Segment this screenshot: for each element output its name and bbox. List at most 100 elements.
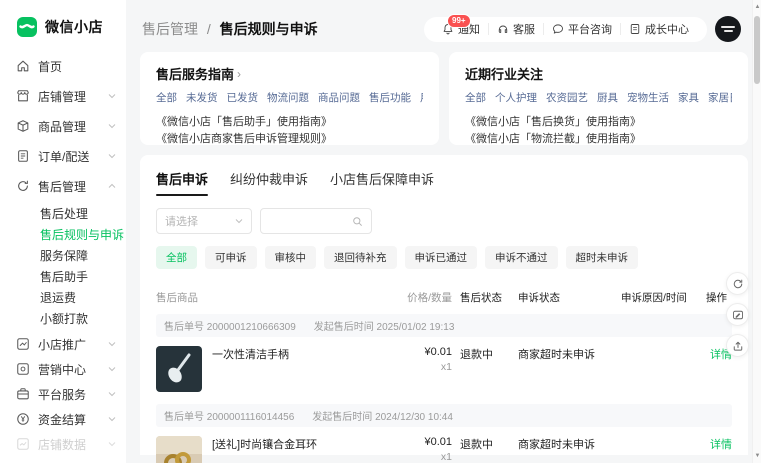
chevron-down-icon [108, 152, 116, 160]
tag-link[interactable]: 用户反馈 [420, 90, 423, 105]
table-row: 一次性清洁手柄 ¥0.01 x1 退款中 商家超时未申诉 详情 [156, 337, 732, 402]
tag-link[interactable]: 家居日用 [708, 90, 732, 105]
headset-icon [497, 23, 509, 35]
feedback-button[interactable] [726, 303, 749, 326]
refresh-button[interactable] [726, 272, 749, 295]
submenu-item-small-payment[interactable]: 小额打款 [16, 309, 126, 330]
scrollbar-thumb[interactable] [754, 16, 760, 84]
sidebar-item-home[interactable]: 首页 [16, 56, 126, 76]
aftersales-refresh-icon [16, 179, 30, 193]
notifications-button[interactable]: 通知 99+ [434, 21, 488, 37]
tab-dispute-arbitration-appeal[interactable]: 纠纷仲裁申诉 [230, 169, 308, 196]
chevron-right-icon: › [237, 67, 241, 81]
sidebar-item-preferred-alliance[interactable]: 优选联盟 [16, 459, 126, 463]
chevron-down-icon [108, 365, 116, 373]
tag-link[interactable]: 个人护理 [495, 90, 537, 105]
customer-service-label: 客服 [513, 21, 535, 37]
scroll-up-arrow-icon[interactable]: ▲ [753, 3, 761, 11]
tab-aftersale-appeal[interactable]: 售后申诉 [156, 169, 208, 196]
tag-link[interactable]: 厨具 [597, 90, 618, 105]
appeal-status: 商家超时未申诉 [510, 436, 613, 452]
submenu-item-aftersale-assistant[interactable]: 售后助手 [16, 267, 126, 288]
start-time-value: 2024/12/30 10:44 [375, 412, 453, 423]
tag-link[interactable]: 商品问题 [318, 90, 360, 105]
sidebar-item-label: 首页 [38, 58, 62, 75]
sidebar-item-marketing[interactable]: 营销中心 [16, 359, 126, 379]
growth-center-button[interactable]: 成长中心 [621, 21, 697, 37]
sidebar-item-shop-data[interactable]: 店铺数据 [16, 434, 126, 454]
guide-card-title-link[interactable]: 售后服务指南 › [156, 64, 423, 83]
price: ¥0.01 [406, 436, 452, 448]
order-group-header: 售后单号 2000001116014456 发起售后时间 2024/12/30 … [156, 404, 732, 427]
guide-card-links: 《微信小店「售后助手」使用指南》 《微信小店商家售后申诉管理规则》 《微信小店「… [156, 114, 423, 145]
pill-returned-pending[interactable]: 退回待补充 [324, 246, 397, 269]
tag-link[interactable]: 未发货 [186, 90, 218, 105]
wechat-mini-store-admin: 微信小店 首页 店铺管理 商品管理 订单/配送 [0, 0, 761, 463]
export-button[interactable] [726, 334, 749, 357]
industry-card-tags: 全部 个人护理 农资园艺 厨具 宠物生活 家具 家居日用 家庭清洁/纸品 [465, 90, 732, 105]
doc-link[interactable]: 《微信小店「售后助手」使用指南》 [156, 114, 423, 131]
tag-link[interactable]: 售后功能 [369, 90, 411, 105]
vertical-scrollbar[interactable]: ▲ ▼ [752, 0, 761, 463]
guide-card-title: 售后服务指南 [156, 64, 234, 83]
filter-row: 请选择 [156, 208, 732, 234]
sidebar-nav: 首页 店铺管理 商品管理 订单/配送 售后管理 [16, 56, 126, 463]
sidebar-item-promotion[interactable]: 小店推广 [16, 334, 126, 354]
tag-link[interactable]: 宠物生活 [627, 90, 669, 105]
pill-appeal-expired[interactable]: 超时未申诉 [566, 246, 639, 269]
product-thumbnail [156, 346, 202, 392]
doc-link[interactable]: 《微信小店「物流拦截」使用指南》 [465, 131, 732, 145]
tag-link[interactable]: 物流问题 [267, 90, 309, 105]
col-appeal-reason-time: 申诉原因/时间 [613, 290, 698, 305]
pill-appeal-passed[interactable]: 申诉已通过 [405, 246, 478, 269]
submenu-item-return-freight[interactable]: 退运费 [16, 288, 126, 309]
info-cards: 售后服务指南 › 全部 未发货 已发货 物流问题 商品问题 售后功能 用户反馈 … [126, 52, 761, 145]
pill-all[interactable]: 全部 [156, 246, 197, 269]
pill-under-review[interactable]: 审核中 [265, 246, 317, 269]
wechat-store-logo-icon [16, 16, 38, 38]
doc-link[interactable]: 《微信小店商家售后申诉管理规则》 [156, 131, 423, 145]
briefcase-icon [16, 387, 30, 401]
product-name[interactable]: [送礼]时尚镶合金耳环 [212, 436, 317, 453]
search-input[interactable] [260, 208, 372, 234]
sidebar-item-aftersales[interactable]: 售后管理 [16, 176, 126, 196]
product-name[interactable]: 一次性清洁手柄 [212, 346, 289, 363]
breadcrumb-parent[interactable]: 售后管理 [142, 21, 198, 37]
app-title: 微信小店 [45, 17, 103, 37]
notification-badge: 99+ [447, 14, 471, 28]
appeal-tabs: 售后申诉 纠纷仲裁申诉 小店售后保障申诉 [156, 169, 732, 196]
submenu-item-aftersale-handling[interactable]: 售后处理 [16, 204, 126, 225]
chevron-up-icon [108, 182, 116, 190]
guide-card-tags: 全部 未发货 已发货 物流问题 商品问题 售后功能 用户反馈 退货问题 纠纷判责 [156, 90, 423, 105]
industry-card-links: 《微信小店「售后换货」使用指南》 《微信小店「物流拦截」使用指南》 《微信小店「… [465, 114, 732, 145]
sidebar-item-goods[interactable]: 商品管理 [16, 116, 126, 136]
tag-link[interactable]: 全部 [465, 90, 486, 105]
topbar-actions: 通知 99+ 客服 平台咨询 [424, 16, 741, 42]
sidebar-item-funds[interactable]: 资金结算 [16, 409, 126, 429]
tag-link[interactable]: 农资园艺 [546, 90, 588, 105]
sidebar-item-shop[interactable]: 店铺管理 [16, 86, 126, 106]
account-avatar[interactable] [715, 16, 741, 42]
sidebar-item-platform-services[interactable]: 平台服务 [16, 384, 126, 404]
pill-appeal-rejected[interactable]: 申诉不通过 [485, 246, 558, 269]
tab-store-guarantee-appeal[interactable]: 小店售后保障申诉 [330, 169, 434, 196]
main-content: 售后管理 / 售后规则与申诉 通知 99+ 客服 [126, 0, 761, 463]
tag-link[interactable]: 已发货 [227, 90, 259, 105]
filter-select[interactable]: 请选择 [156, 208, 252, 234]
tag-link[interactable]: 全部 [156, 90, 177, 105]
detail-link[interactable]: 详情 [698, 436, 732, 452]
scroll-down-arrow-icon[interactable]: ▼ [753, 452, 761, 460]
app-logo[interactable]: 微信小店 [16, 16, 126, 38]
submenu-item-rules-appeals[interactable]: 售后规则与申诉 [16, 225, 126, 246]
industry-card-title-row: 近期行业关注 [465, 64, 732, 83]
tag-link[interactable]: 家具 [678, 90, 699, 105]
platform-consult-button[interactable]: 平台咨询 [544, 21, 620, 37]
submenu-item-service-guarantee[interactable]: 服务保障 [16, 246, 126, 267]
sidebar-item-orders[interactable]: 订单/配送 [16, 146, 126, 166]
appeals-panel: 售后申诉 纠纷仲裁申诉 小店售后保障申诉 请选择 全部 可申诉 审核中 退回待补… [140, 155, 748, 455]
customer-service-button[interactable]: 客服 [489, 21, 543, 37]
doc-link[interactable]: 《微信小店「售后换货」使用指南》 [465, 114, 732, 131]
aftersale-guide-card: 售后服务指南 › 全部 未发货 已发货 物流问题 商品问题 售后功能 用户反馈 … [140, 52, 439, 145]
table-row: [送礼]时尚镶合金耳环 ¥0.01 x1 退款中 商家超时未申诉 详情 [156, 427, 732, 463]
pill-appealable[interactable]: 可申诉 [205, 246, 257, 269]
